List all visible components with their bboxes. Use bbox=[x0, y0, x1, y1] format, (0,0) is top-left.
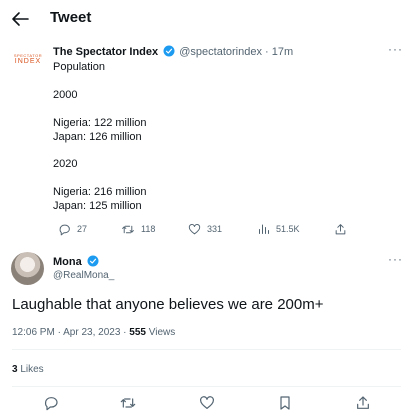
tweet-text-line: Population bbox=[53, 61, 105, 73]
reply-icon bbox=[44, 397, 58, 411]
author-handle[interactable]: @RealMona_ bbox=[53, 270, 114, 281]
verified-badge-icon bbox=[163, 45, 175, 57]
tweet-text-line: Japan: 125 million bbox=[53, 200, 142, 212]
tweet-text-line: Nigeria: 216 million bbox=[53, 186, 147, 198]
share-button[interactable] bbox=[355, 395, 371, 411]
retweet-button[interactable] bbox=[120, 395, 136, 411]
more-icon[interactable]: ··· bbox=[388, 42, 403, 56]
likes-label: Likes bbox=[17, 364, 44, 375]
tweet-text: Laughable that anyone believes we are 20… bbox=[12, 296, 324, 313]
views-icon bbox=[259, 224, 269, 234]
views-button[interactable]: 51.5K bbox=[258, 219, 300, 239]
like-count: 331 bbox=[207, 224, 223, 234]
reply-count: 27 bbox=[77, 224, 88, 234]
divider bbox=[12, 386, 401, 387]
author-name[interactable]: The Spectator Index bbox=[53, 46, 158, 58]
author-name-line: Mona bbox=[53, 255, 100, 268]
spectator-index-logo[interactable]: SPECTATOR INDEX bbox=[11, 54, 45, 66]
main-tweet-action-bar bbox=[0, 395, 413, 413]
avatar[interactable] bbox=[11, 252, 44, 285]
tweet-author-line: The Spectator Index @spectatorindex · 17… bbox=[53, 45, 293, 58]
share-button[interactable] bbox=[334, 219, 347, 239]
tweet-text-line: 2020 bbox=[53, 158, 78, 170]
tweet-text-line: 2000 bbox=[53, 89, 78, 101]
retweet-icon bbox=[120, 398, 136, 408]
like-icon bbox=[188, 223, 201, 234]
tweet-text-line: Japan: 126 million bbox=[53, 131, 142, 143]
reply-button[interactable]: 27 bbox=[58, 219, 87, 239]
like-button[interactable]: 331 bbox=[188, 219, 222, 239]
bookmark-button[interactable] bbox=[277, 395, 293, 411]
tweet-text-line: Nigeria: 122 million bbox=[53, 117, 147, 129]
views-count: 555 bbox=[129, 327, 146, 338]
tweet-time[interactable]: 17m bbox=[272, 46, 293, 58]
reply-icon bbox=[59, 224, 70, 235]
reply-button[interactable] bbox=[43, 395, 59, 411]
tweet-meta: 12:06 PM · Apr 23, 2023 · 555 Views bbox=[12, 327, 175, 338]
tweet-timestamp[interactable]: 12:06 PM · Apr 23, 2023 · bbox=[12, 327, 129, 338]
more-icon[interactable]: ··· bbox=[388, 252, 403, 266]
views-label: Views bbox=[145, 327, 176, 338]
views-count: 51.5K bbox=[276, 224, 300, 234]
back-arrow-icon bbox=[12, 12, 29, 26]
back-button[interactable] bbox=[8, 7, 32, 31]
bookmark-icon bbox=[280, 396, 290, 410]
verified-badge-icon bbox=[87, 255, 99, 267]
divider bbox=[12, 349, 401, 350]
likes-summary[interactable]: 3 Likes bbox=[12, 364, 44, 375]
share-icon bbox=[357, 396, 369, 409]
retweet-count: 118 bbox=[141, 224, 156, 234]
logo-main-text: INDEX bbox=[14, 58, 42, 65]
retweet-icon bbox=[122, 225, 134, 233]
share-icon bbox=[335, 223, 346, 234]
separator-dot: · bbox=[265, 46, 269, 58]
page-title: Tweet bbox=[50, 9, 92, 26]
like-button[interactable] bbox=[199, 395, 215, 411]
top-bar: Tweet bbox=[0, 0, 413, 38]
author-handle[interactable]: @spectatorindex bbox=[179, 46, 262, 58]
like-icon bbox=[200, 396, 214, 409]
author-name[interactable]: Mona bbox=[53, 256, 82, 268]
tweet-action-bar: 27 118 331 51.5K bbox=[0, 219, 413, 239]
retweet-button[interactable]: 118 bbox=[121, 219, 155, 239]
